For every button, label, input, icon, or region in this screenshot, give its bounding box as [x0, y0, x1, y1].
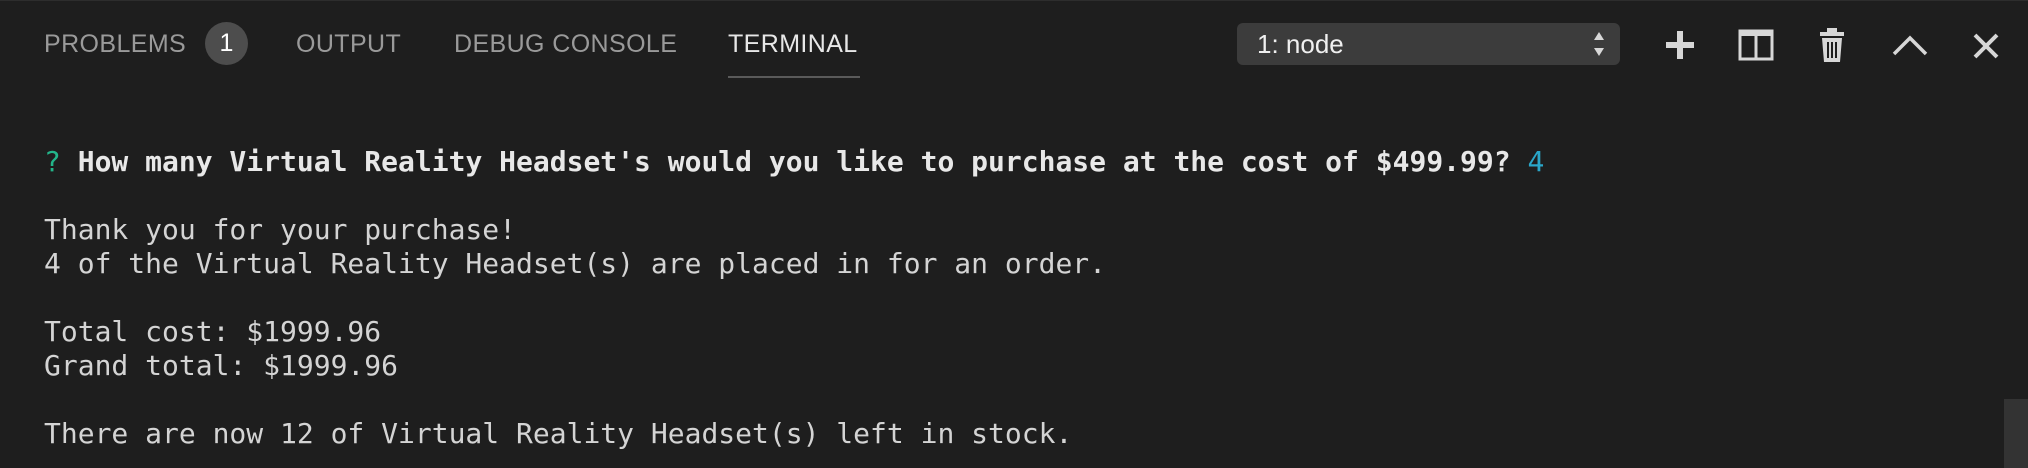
prompt-line: ? How many Virtual Reality Headset's wou… — [44, 145, 1544, 179]
prompt-question: How many Virtual Reality Headset's would… — [77, 145, 1511, 178]
terminal-line: Total cost: $1999.96 — [44, 315, 382, 348]
prompt-mark: ? — [44, 145, 61, 178]
terminal-line: 4 of the Virtual Reality Headset(s) are … — [44, 247, 1107, 280]
terminal-output[interactable]: ? How many Virtual Reality Headset's wou… — [44, 1, 1994, 450]
terminal-scrollbar-thumb[interactable] — [2004, 399, 2028, 468]
terminal-line: Grand total: $1999.96 — [44, 349, 399, 382]
prompt-answer: 4 — [1527, 145, 1545, 178]
terminal-line: There are now 12 of Virtual Reality Head… — [44, 417, 1073, 450]
terminal-panel: PROBLEMS 1 OUTPUT DEBUG CONSOLE TERMINAL… — [0, 0, 2028, 468]
terminal-line: Thank you for your purchase! — [44, 213, 517, 246]
